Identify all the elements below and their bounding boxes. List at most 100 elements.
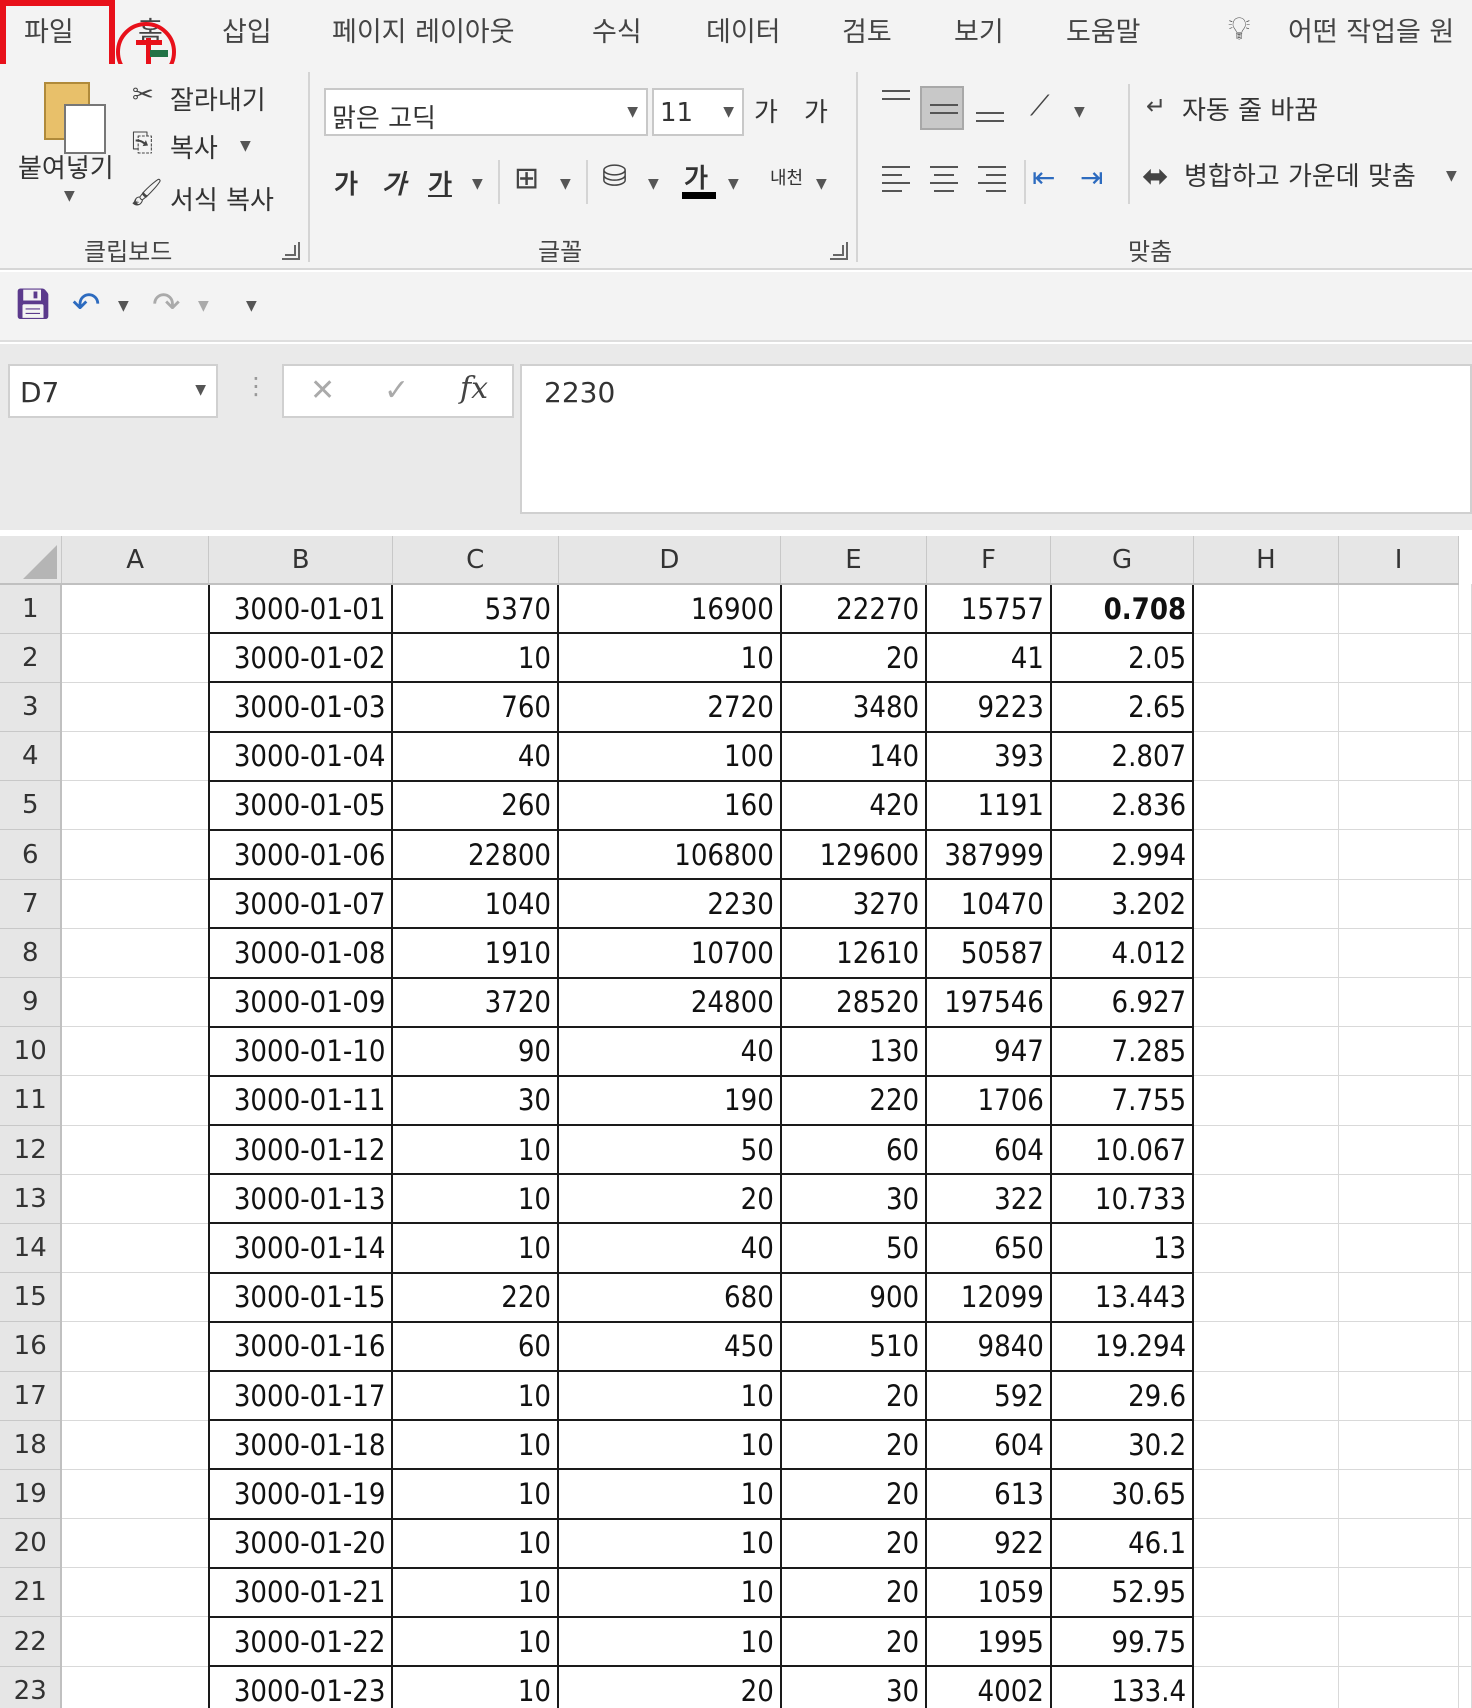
cell[interactable]: 220 — [780, 1075, 928, 1127]
cell[interactable] — [1338, 633, 1459, 683]
cell[interactable] — [1338, 1075, 1459, 1126]
cell[interactable]: 1995 — [926, 1616, 1052, 1668]
cell[interactable]: 3000-01-06 — [208, 829, 394, 881]
chevron-down-icon[interactable]: ▼ — [648, 176, 659, 192]
cell[interactable] — [61, 633, 210, 683]
cell[interactable] — [1338, 1223, 1459, 1274]
cell[interactable] — [1193, 584, 1340, 634]
cell[interactable] — [61, 1371, 210, 1421]
cell[interactable]: 3000-01-14 — [208, 1223, 394, 1274]
chevron-down-icon[interactable]: ▼ — [1074, 104, 1085, 120]
cell[interactable] — [1338, 1666, 1459, 1708]
cell[interactable]: 29.6 — [1050, 1371, 1195, 1422]
cell[interactable] — [61, 731, 210, 782]
cell[interactable] — [1458, 1666, 1472, 1708]
cell[interactable] — [1458, 1223, 1472, 1274]
align-right-button[interactable] — [970, 160, 1014, 204]
cell[interactable] — [61, 1321, 210, 1372]
cell[interactable]: 40 — [558, 1223, 782, 1274]
cell[interactable]: 1059 — [926, 1567, 1052, 1618]
cell[interactable] — [1458, 1567, 1472, 1618]
row-header[interactable]: 11 — [0, 1075, 63, 1126]
cell[interactable]: 10 — [392, 1174, 560, 1225]
row-header[interactable]: 20 — [0, 1518, 63, 1569]
tab-review[interactable]: 검토 — [842, 10, 892, 49]
cell[interactable]: 2720 — [558, 682, 782, 733]
cell[interactable]: 30.2 — [1050, 1420, 1195, 1471]
cell[interactable]: 4002 — [926, 1666, 1052, 1708]
column-header-c[interactable]: C — [392, 536, 559, 585]
cell[interactable]: 2.836 — [1050, 780, 1195, 831]
tab-data[interactable]: 데이터 — [706, 10, 781, 49]
lightbulb-icon[interactable]: 💡︎ — [1228, 12, 1250, 44]
cell[interactable] — [1193, 780, 1340, 831]
italic-button[interactable]: 가 — [382, 164, 406, 201]
cell[interactable]: 40 — [392, 731, 560, 782]
row-header[interactable]: 4 — [0, 731, 63, 782]
cell[interactable] — [61, 1125, 210, 1175]
clipboard-launcher-icon[interactable] — [282, 242, 300, 260]
cell[interactable]: 129600 — [780, 829, 928, 881]
cell[interactable]: 3000-01-20 — [208, 1518, 394, 1569]
cell[interactable]: 10 — [392, 1616, 560, 1668]
cell[interactable] — [1458, 780, 1472, 831]
cell[interactable]: 10.067 — [1050, 1125, 1195, 1176]
row-header[interactable]: 9 — [0, 977, 63, 1028]
chevron-down-icon[interactable]: ▼ — [560, 176, 571, 192]
cell[interactable]: 3000-01-02 — [208, 633, 394, 684]
align-top-button[interactable] — [874, 82, 918, 126]
decrease-indent-icon[interactable]: ⇤ — [1032, 164, 1055, 192]
cell[interactable] — [1338, 1469, 1459, 1520]
cell[interactable] — [1193, 731, 1340, 782]
cell[interactable] — [1338, 584, 1459, 634]
cell[interactable] — [1338, 731, 1459, 782]
cell[interactable] — [1193, 879, 1340, 929]
cell[interactable]: 10 — [392, 1125, 560, 1176]
cell[interactable]: 3000-01-09 — [208, 977, 394, 1028]
font-launcher-icon[interactable] — [830, 242, 848, 260]
formula-input[interactable]: 2230 — [520, 364, 1472, 514]
row-header[interactable]: 18 — [0, 1420, 63, 1470]
font-name-dropdown[interactable]: 맑은 고딕 ▼ — [324, 88, 648, 136]
cell[interactable]: 60 — [780, 1125, 928, 1176]
cell[interactable] — [1193, 1075, 1340, 1126]
cell[interactable]: 3000-01-05 — [208, 780, 394, 831]
cell[interactable] — [1458, 1420, 1472, 1470]
cell[interactable]: 3000-01-23 — [208, 1666, 394, 1708]
grow-font-button[interactable]: 가 — [754, 92, 778, 129]
row-header[interactable]: 5 — [0, 780, 63, 831]
cell[interactable]: 322 — [926, 1174, 1052, 1225]
cell[interactable] — [1193, 1026, 1340, 1077]
cell[interactable] — [1458, 633, 1472, 683]
cell[interactable]: 3000-01-16 — [208, 1321, 394, 1373]
cell[interactable]: 3000-01-21 — [208, 1567, 394, 1618]
row-header[interactable]: 7 — [0, 879, 63, 929]
cell[interactable] — [1338, 1125, 1459, 1175]
row-header[interactable]: 13 — [0, 1174, 63, 1224]
row-header[interactable]: 10 — [0, 1026, 63, 1077]
cell[interactable] — [61, 1026, 210, 1077]
cell[interactable]: 13 — [1050, 1223, 1195, 1274]
merge-center-button[interactable]: 병합하고 가운데 맞춤 — [1184, 156, 1416, 193]
cell[interactable]: 510 — [780, 1321, 928, 1373]
cell[interactable] — [61, 977, 210, 1028]
increase-indent-icon[interactable]: ⇥ — [1080, 164, 1103, 192]
cell[interactable]: 3000-01-18 — [208, 1420, 394, 1471]
cell[interactable]: 3000-01-07 — [208, 879, 394, 930]
cell[interactable]: 604 — [926, 1420, 1052, 1471]
cell[interactable]: 5370 — [392, 584, 560, 635]
cell[interactable]: 900 — [780, 1272, 928, 1323]
cell[interactable]: 2.65 — [1050, 682, 1195, 733]
cell[interactable]: 130 — [780, 1026, 928, 1077]
cell[interactable] — [1193, 928, 1340, 979]
cell[interactable]: 197546 — [926, 977, 1052, 1028]
cell[interactable]: 760 — [392, 682, 560, 733]
cell[interactable] — [1338, 1321, 1459, 1372]
row-header[interactable]: 19 — [0, 1469, 63, 1520]
column-header-f[interactable]: F — [926, 536, 1052, 585]
cell[interactable]: 140 — [780, 731, 928, 782]
cell[interactable]: 22270 — [780, 584, 928, 635]
cell[interactable] — [1338, 879, 1459, 929]
column-header-d[interactable]: D — [558, 536, 782, 585]
insert-function-icon[interactable]: fx — [460, 374, 488, 404]
